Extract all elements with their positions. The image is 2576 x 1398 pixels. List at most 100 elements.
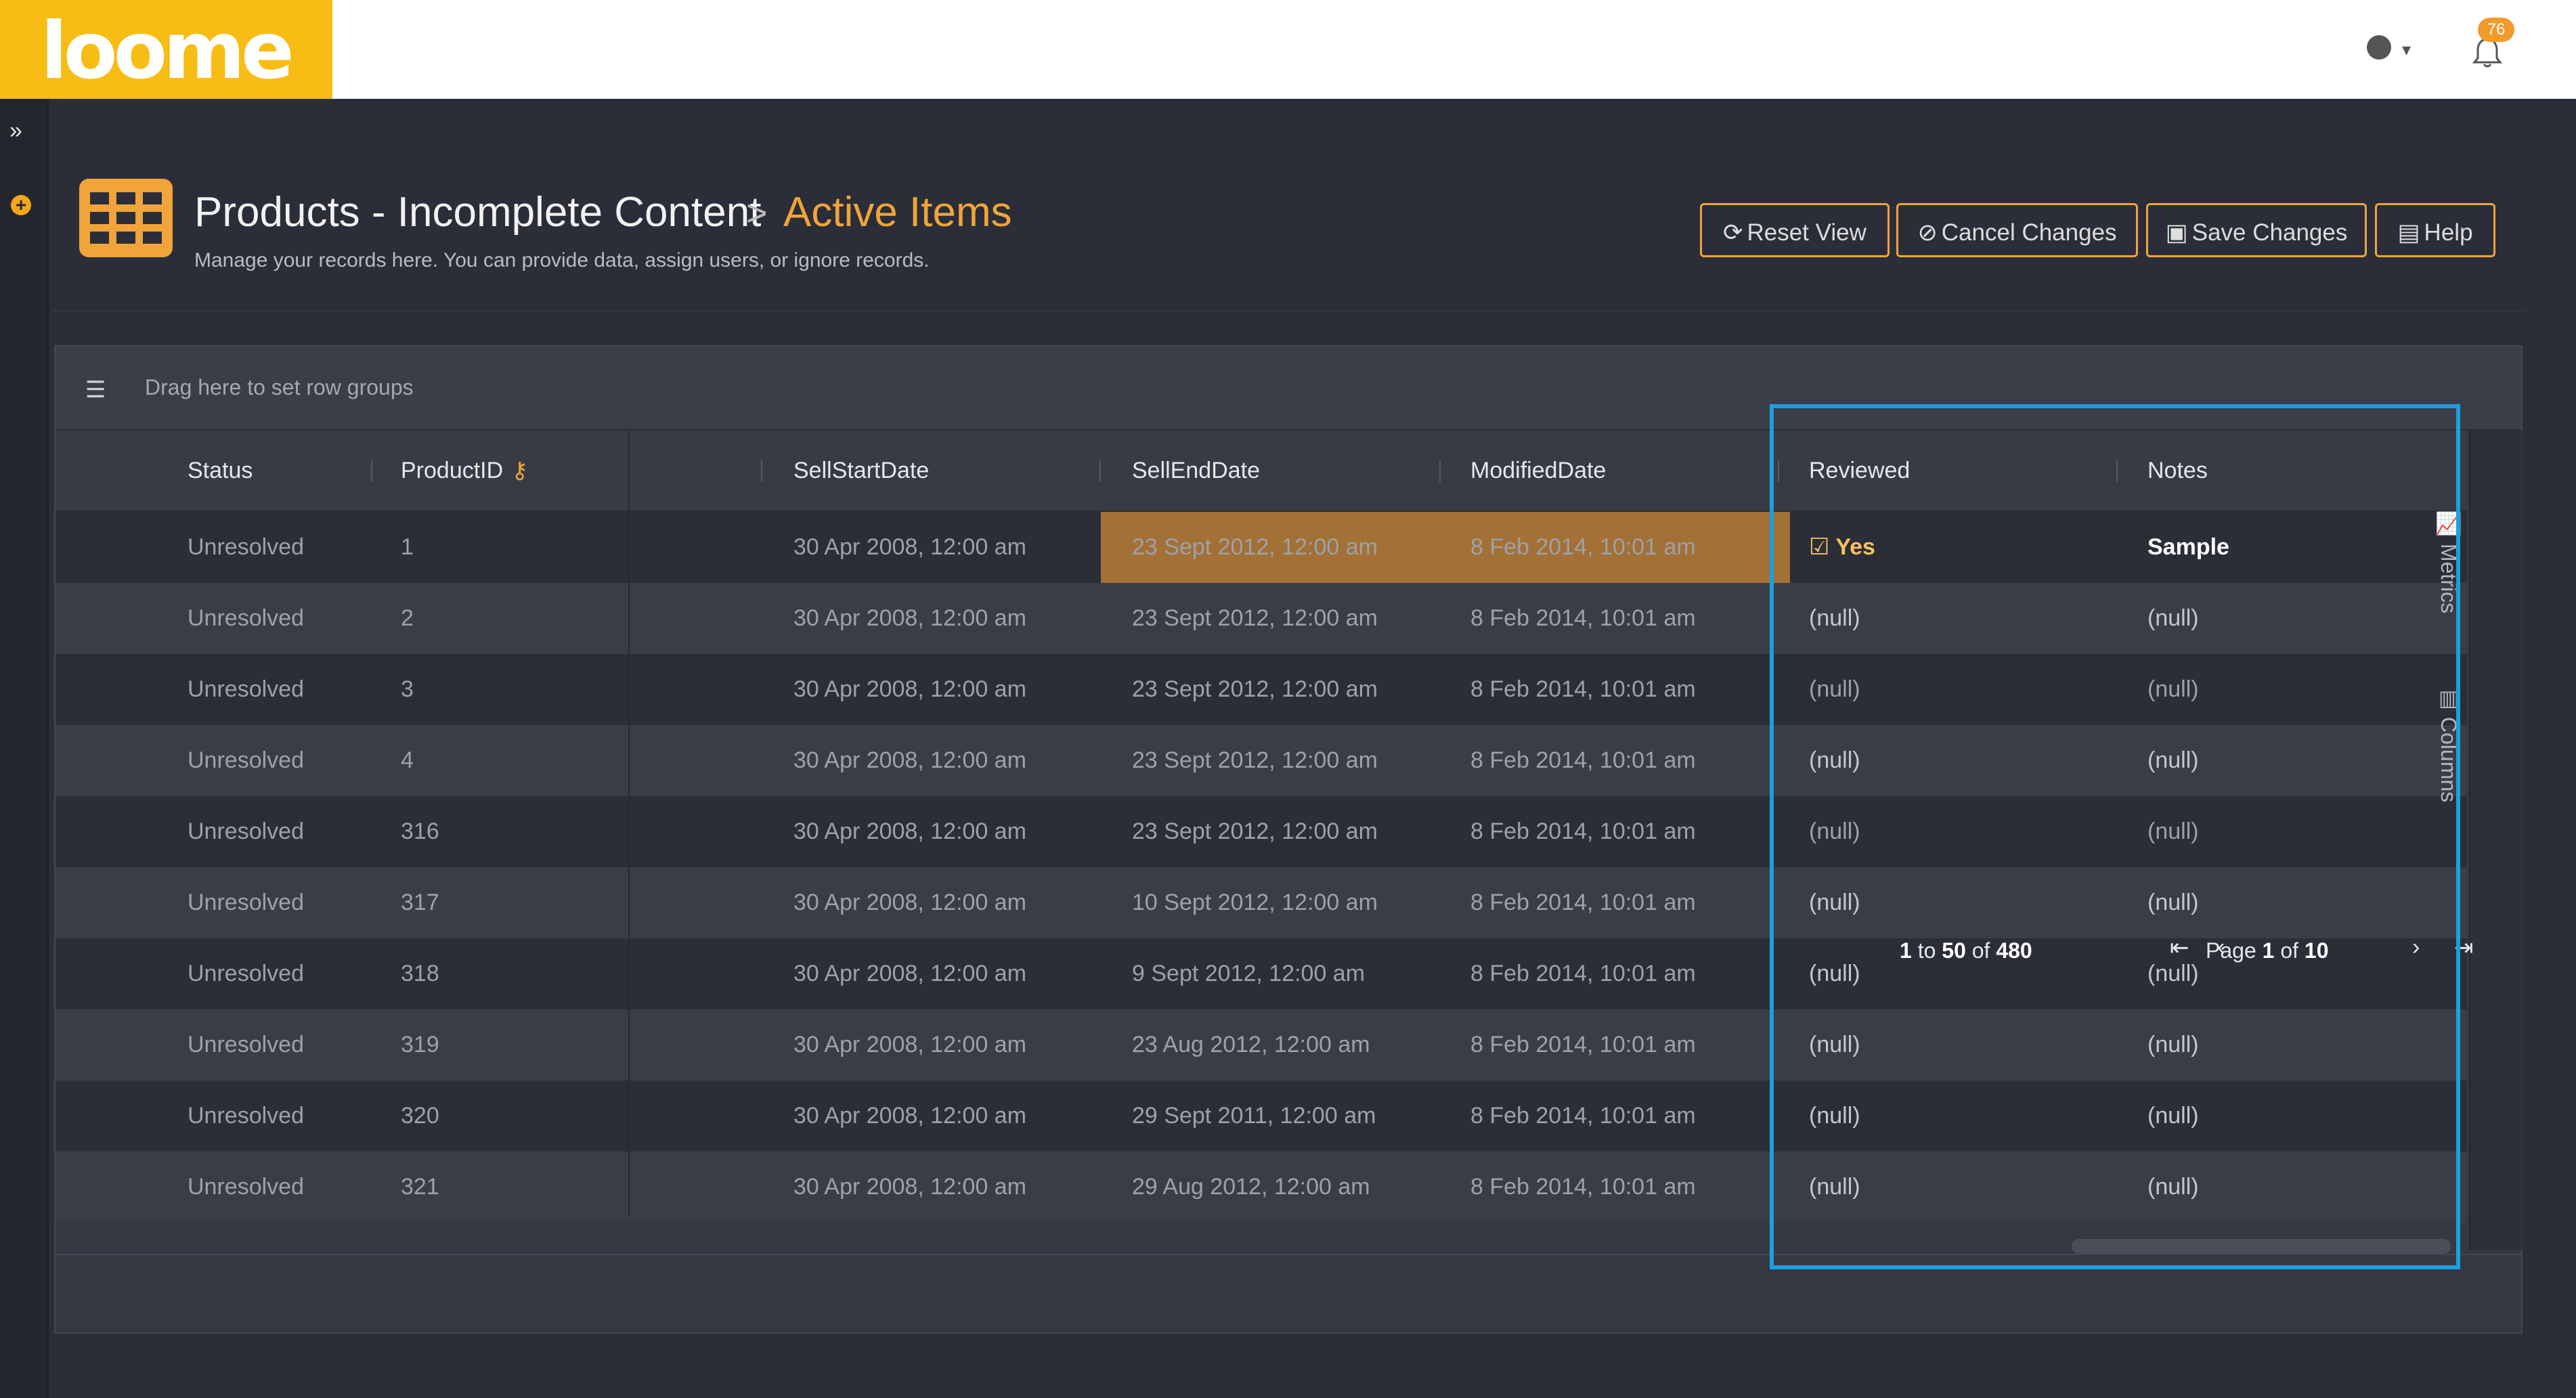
cell-sellenddate[interactable]: 29 Sept 2011, 12:00 am — [1132, 1080, 1376, 1152]
cell-sellstartdate[interactable]: 30 Apr 2008, 12:00 am — [793, 654, 1026, 725]
cell-sellenddate[interactable]: 23 Sept 2012, 12:00 am — [1132, 796, 1378, 867]
chevron-down-icon[interactable]: ▾ — [2402, 39, 2411, 60]
cell-status[interactable]: Unresolved — [188, 1080, 304, 1152]
cell-reviewed[interactable]: (null) — [1809, 725, 1860, 796]
column-resize-handle[interactable] — [761, 460, 762, 482]
cell-productid[interactable]: 320 — [401, 1080, 439, 1152]
cell-productid[interactable]: 1 — [401, 512, 414, 583]
add-icon[interactable]: + — [11, 195, 31, 215]
column-header-reviewed[interactable]: Reviewed — [1809, 431, 1910, 510]
cell-notes[interactable]: (null) — [2147, 796, 2199, 867]
cell-status[interactable]: Unresolved — [188, 1009, 304, 1080]
cell-notes[interactable]: (null) — [2147, 867, 2199, 938]
cell-status[interactable]: Unresolved — [188, 725, 304, 796]
column-resize-handle[interactable] — [1778, 460, 1779, 482]
cell-reviewed[interactable]: (null) — [1809, 867, 1860, 938]
cell-sellstartdate[interactable]: 30 Apr 2008, 12:00 am — [793, 938, 1026, 1009]
cell-sellstartdate[interactable]: 30 Apr 2008, 12:00 am — [793, 1009, 1026, 1080]
cell-modifieddate[interactable]: 8 Feb 2014, 10:01 am — [1470, 1152, 1696, 1223]
table-row[interactable]: Unresolved 317 30 Apr 2008, 12:00 am 10 … — [56, 867, 2467, 938]
cell-reviewed[interactable]: (null) — [1809, 938, 1860, 1009]
cell-modifieddate[interactable]: 8 Feb 2014, 10:01 am — [1470, 1080, 1696, 1152]
column-header-sellenddate[interactable]: SellEndDate — [1132, 431, 1260, 510]
cell-notes[interactable]: (null) — [2147, 1009, 2199, 1080]
save-changes-button[interactable]: ▣ Save Changes — [2146, 203, 2367, 257]
metrics-tab[interactable]: 📈 Metrics — [2436, 511, 2462, 613]
cell-reviewed[interactable]: (null) — [1809, 1009, 1860, 1080]
column-header-modifieddate[interactable]: ModifiedDate — [1470, 431, 1606, 510]
cell-sellenddate[interactable]: 29 Aug 2012, 12:00 am — [1132, 1152, 1370, 1223]
cell-sellstartdate[interactable]: 30 Apr 2008, 12:00 am — [793, 796, 1026, 867]
cell-notes[interactable]: (null) — [2147, 654, 2199, 725]
cell-productid[interactable]: 321 — [401, 1152, 439, 1223]
cell-notes[interactable]: (null) — [2147, 1152, 2199, 1223]
table-row[interactable]: Unresolved 319 30 Apr 2008, 12:00 am 23 … — [56, 1009, 2467, 1080]
cell-sellstartdate[interactable]: 30 Apr 2008, 12:00 am — [793, 725, 1026, 796]
column-header-status[interactable]: Status — [188, 431, 253, 510]
table-row[interactable]: Unresolved 316 30 Apr 2008, 12:00 am 23 … — [56, 796, 2467, 867]
cell-sellenddate[interactable]: 23 Aug 2012, 12:00 am — [1132, 1009, 1370, 1080]
last-page-icon[interactable]: ⇥ — [2454, 934, 2474, 961]
cell-modifieddate[interactable]: 8 Feb 2014, 10:01 am — [1470, 938, 1696, 1009]
cell-status[interactable]: Unresolved — [188, 938, 304, 1009]
cell-notes[interactable]: (null) — [2147, 1080, 2199, 1152]
cancel-changes-button[interactable]: ⊘ Cancel Changes — [1896, 203, 2138, 257]
globe-icon[interactable] — [2367, 35, 2391, 60]
table-row[interactable]: Unresolved 3 30 Apr 2008, 12:00 am 23 Se… — [56, 654, 2467, 725]
cell-status[interactable]: Unresolved — [188, 796, 304, 867]
cell-productid[interactable]: 319 — [401, 1009, 439, 1080]
cell-reviewed[interactable]: ☑ Yes — [1809, 512, 1875, 583]
reset-view-button[interactable]: ⟳ Reset View — [1700, 203, 1890, 257]
expand-sidebar-icon[interactable]: » — [9, 118, 22, 144]
table-row[interactable]: Unresolved 318 30 Apr 2008, 12:00 am 9 S… — [56, 938, 2467, 1009]
cell-sellenddate[interactable]: 23 Sept 2012, 12:00 am — [1132, 725, 1378, 796]
cell-reviewed[interactable]: (null) — [1809, 654, 1860, 725]
first-page-icon[interactable]: ⇤ — [2170, 934, 2189, 961]
breadcrumb-active-items[interactable]: Active Items — [783, 188, 1012, 236]
cell-sellstartdate[interactable]: 30 Apr 2008, 12:00 am — [793, 583, 1026, 654]
cell-reviewed[interactable]: (null) — [1809, 583, 1860, 654]
cell-sellenddate[interactable]: 23 Sept 2012, 12:00 am — [1132, 583, 1378, 654]
cell-modifieddate[interactable]: 8 Feb 2014, 10:01 am — [1470, 867, 1696, 938]
columns-tab[interactable]: ▥ Columns — [2436, 685, 2462, 802]
cell-status[interactable]: Unresolved — [188, 512, 304, 583]
column-resize-handle[interactable] — [2116, 460, 2118, 482]
table-row[interactable]: Unresolved 320 30 Apr 2008, 12:00 am 29 … — [56, 1080, 2467, 1152]
table-row[interactable]: Unresolved 1 30 Apr 2008, 12:00 am 23 Se… — [56, 512, 2467, 583]
cell-modifieddate[interactable]: 8 Feb 2014, 10:01 am — [1470, 725, 1696, 796]
table-row[interactable]: Unresolved 2 30 Apr 2008, 12:00 am 23 Se… — [56, 583, 2467, 654]
next-page-icon[interactable]: › — [2412, 934, 2420, 961]
cell-productid[interactable]: 2 — [401, 583, 414, 654]
cell-productid[interactable]: 3 — [401, 654, 414, 725]
cell-productid[interactable]: 317 — [401, 867, 439, 938]
cell-productid[interactable]: 4 — [401, 725, 414, 796]
cell-reviewed[interactable]: (null) — [1809, 1080, 1860, 1152]
column-header-productid[interactable]: ProductID ⚷ — [401, 431, 528, 510]
cell-notes[interactable]: (null) — [2147, 583, 2199, 654]
column-resize-handle[interactable] — [1099, 460, 1101, 482]
cell-status[interactable]: Unresolved — [188, 1152, 304, 1223]
help-button[interactable]: ▤ Help — [2375, 203, 2495, 257]
cell-modifieddate[interactable]: 8 Feb 2014, 10:01 am — [1470, 512, 1696, 583]
horizontal-scrollbar[interactable] — [2072, 1239, 2451, 1254]
column-header-notes[interactable]: Notes — [2147, 431, 2208, 510]
table-row[interactable]: Unresolved 4 30 Apr 2008, 12:00 am 23 Se… — [56, 725, 2467, 796]
cell-modifieddate[interactable]: 8 Feb 2014, 10:01 am — [1470, 1009, 1696, 1080]
cell-sellstartdate[interactable]: 30 Apr 2008, 12:00 am — [793, 512, 1026, 583]
logo[interactable]: loome — [0, 0, 332, 99]
table-row[interactable]: Unresolved 321 30 Apr 2008, 12:00 am 29 … — [56, 1152, 2467, 1223]
cell-status[interactable]: Unresolved — [188, 583, 304, 654]
cell-modifieddate[interactable]: 8 Feb 2014, 10:01 am — [1470, 583, 1696, 654]
cell-status[interactable]: Unresolved — [188, 654, 304, 725]
cell-productid[interactable]: 318 — [401, 938, 439, 1009]
cell-sellenddate[interactable]: 10 Sept 2012, 12:00 am — [1132, 867, 1378, 938]
cell-productid[interactable]: 316 — [401, 796, 439, 867]
row-group-drop-zone[interactable]: ☰ Drag here to set row groups — [56, 347, 2521, 431]
cell-sellstartdate[interactable]: 30 Apr 2008, 12:00 am — [793, 1080, 1026, 1152]
cell-modifieddate[interactable]: 8 Feb 2014, 10:01 am — [1470, 796, 1696, 867]
column-resize-handle[interactable] — [1439, 460, 1441, 482]
cell-sellstartdate[interactable]: 30 Apr 2008, 12:00 am — [793, 867, 1026, 938]
cell-notes[interactable]: (null) — [2147, 725, 2199, 796]
column-resize-handle[interactable] — [371, 460, 372, 482]
cell-modifieddate[interactable]: 8 Feb 2014, 10:01 am — [1470, 654, 1696, 725]
